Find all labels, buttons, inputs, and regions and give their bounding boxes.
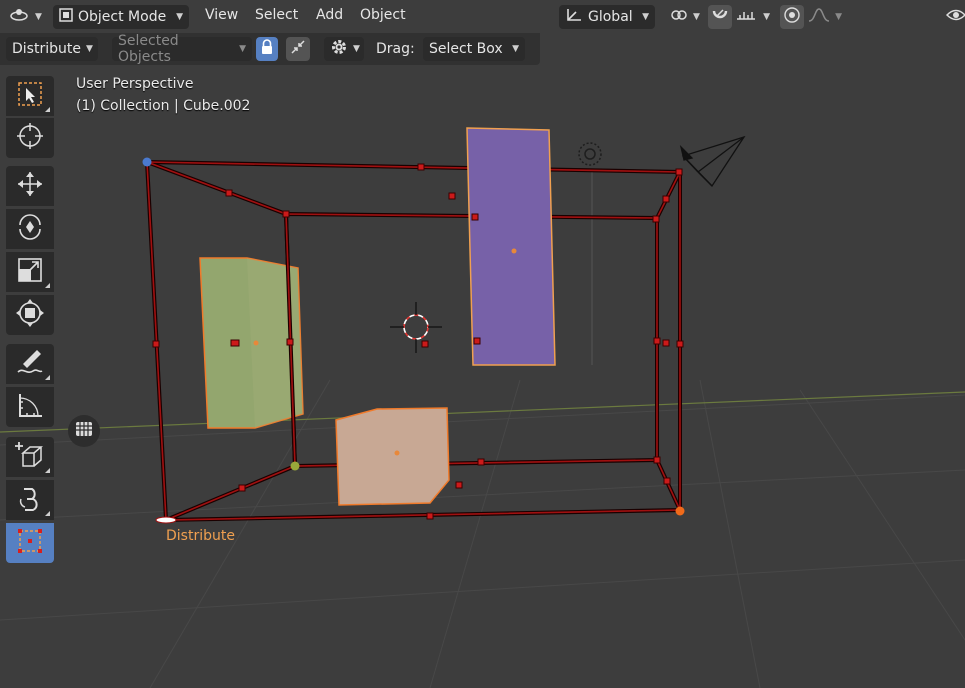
menu-add[interactable]: Add [316,7,343,23]
snap-target-dropdown[interactable]: ▼ [733,5,773,29]
proportional-edit-icon [783,6,801,28]
operator-dropdown[interactable]: Distribute ▼ [6,37,98,61]
perspective-label: User Perspective [76,76,194,92]
move-icon [15,169,45,203]
x-axis-line [0,391,965,433]
menu-object[interactable]: Object [360,7,406,23]
eye-icon [946,7,965,27]
target-dropdown[interactable]: Selected Objects ▼ [112,33,252,65]
drag-dropdown[interactable]: Select Box ▼ [423,37,525,61]
magnet-icon [711,7,729,27]
corner-handle-green[interactable] [290,461,300,471]
corner-handle-orange[interactable] [675,506,685,516]
target-label: Selected Objects [118,33,179,65]
lock-toggle[interactable] [256,37,278,61]
menu-select[interactable]: Select [255,7,298,23]
camera-grid-icon [75,420,93,442]
submenu-corner [45,107,50,112]
purple-plane[interactable] [466,127,556,366]
chevron-down-icon: ▼ [693,12,700,22]
chevron-down-icon: ▼ [763,12,770,22]
snap-toggle[interactable] [708,5,732,29]
orbit-editor-icon [10,6,30,28]
proportional-editing-toggle[interactable] [780,5,804,29]
orientation-label: Global [588,9,633,25]
peach-plane[interactable] [335,407,450,506]
chevron-down-icon: ▼ [35,12,42,22]
align-toggle[interactable] [286,37,310,61]
distribute-icon [15,526,45,560]
chevron-down-icon: ▼ [642,12,649,22]
transform-icon [15,298,45,332]
spin-icon [15,483,45,517]
mode-label: Object Mode [78,9,167,25]
submenu-corner [45,511,50,516]
annotate-icon [15,347,45,381]
pivot-icon [670,7,688,27]
tool-select-box[interactable] [6,76,54,116]
corner-handle-blue[interactable] [142,157,152,167]
cursor-icon [15,121,45,155]
tool-add-cube[interactable] [6,437,54,477]
3d-cursor[interactable] [390,302,442,353]
chevron-down-icon: ▼ [353,44,360,54]
submenu-corner [45,468,50,473]
tool-annotate[interactable] [6,344,54,384]
drag-label: Drag: [376,41,415,57]
tool-transform[interactable] [6,295,54,335]
options-dropdown[interactable]: ▼ [324,37,364,61]
shrink-arrows-icon [290,39,306,59]
chevron-down-icon: ▼ [512,44,519,54]
viewport-header: ▼ Object Mode ▼ View Select Add Object G… [0,0,965,32]
falloff-curve-icon [808,8,830,26]
chevron-down-icon: ▼ [239,44,246,54]
drag-value: Select Box [429,41,503,57]
transform-orientation-dropdown[interactable]: Global ▼ [559,5,655,29]
lock-icon [260,39,274,59]
chevron-down-icon: ▼ [835,12,842,22]
submenu-corner [45,283,50,288]
camera-object[interactable] [679,135,746,188]
add-cube-icon [14,439,46,475]
operator-overlay-label: Distribute [166,528,235,544]
snap-increment-icon [736,8,756,26]
menu-view[interactable]: View [205,7,238,23]
chevron-down-icon: ▼ [176,12,183,22]
tool-scale[interactable] [6,252,54,292]
orientation-icon [565,7,583,27]
object-mode-icon [59,8,73,26]
camera-view-button[interactable] [68,415,100,447]
scale-icon [15,255,45,289]
corner-handle-white[interactable] [155,516,177,524]
tool-settings-bar: Distribute ▼ Selected Objects ▼ ▼ Drag: … [0,33,540,65]
chevron-down-icon: ▼ [85,44,93,54]
tool-measure[interactable] [6,387,54,427]
operator-label: Distribute [12,41,81,57]
editor-type-button[interactable]: ▼ [4,5,46,29]
gear-icon [330,38,348,60]
light-object[interactable] [578,142,602,166]
tool-distribute[interactable] [6,523,54,563]
falloff-dropdown[interactable]: ▼ [805,5,845,29]
submenu-corner [45,375,50,380]
select-box-icon [16,80,44,112]
tool-cursor[interactable] [6,118,54,158]
mode-dropdown[interactable]: Object Mode ▼ [53,5,189,29]
tool-rotate[interactable] [6,209,54,249]
measure-icon [15,390,45,424]
tool-move[interactable] [6,166,54,206]
rotate-icon [15,212,45,246]
tool-spin[interactable] [6,480,54,520]
pivot-point-dropdown[interactable]: ▼ [664,5,702,29]
visibility-button[interactable] [946,5,965,29]
collection-label: (1) Collection | Cube.002 [76,98,251,114]
